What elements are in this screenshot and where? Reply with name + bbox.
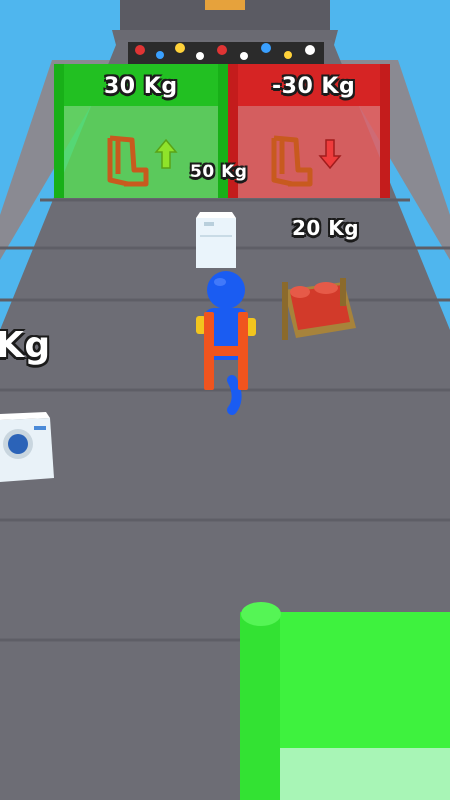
washer-weight-label: Kg xyxy=(0,325,51,366)
fridge-item xyxy=(196,212,236,268)
junk-pile xyxy=(128,42,324,64)
fridge-weight-label: 50 Kg xyxy=(190,162,248,182)
game-scene xyxy=(0,0,450,800)
green-platform xyxy=(240,602,450,800)
gate-negative-label: -30 Kg xyxy=(272,74,356,99)
player-head xyxy=(207,271,245,309)
bed-weight-label: 20 Kg xyxy=(292,216,360,240)
gate-positive-label: 30 Kg xyxy=(104,74,178,99)
washing-machine-item xyxy=(0,412,54,482)
